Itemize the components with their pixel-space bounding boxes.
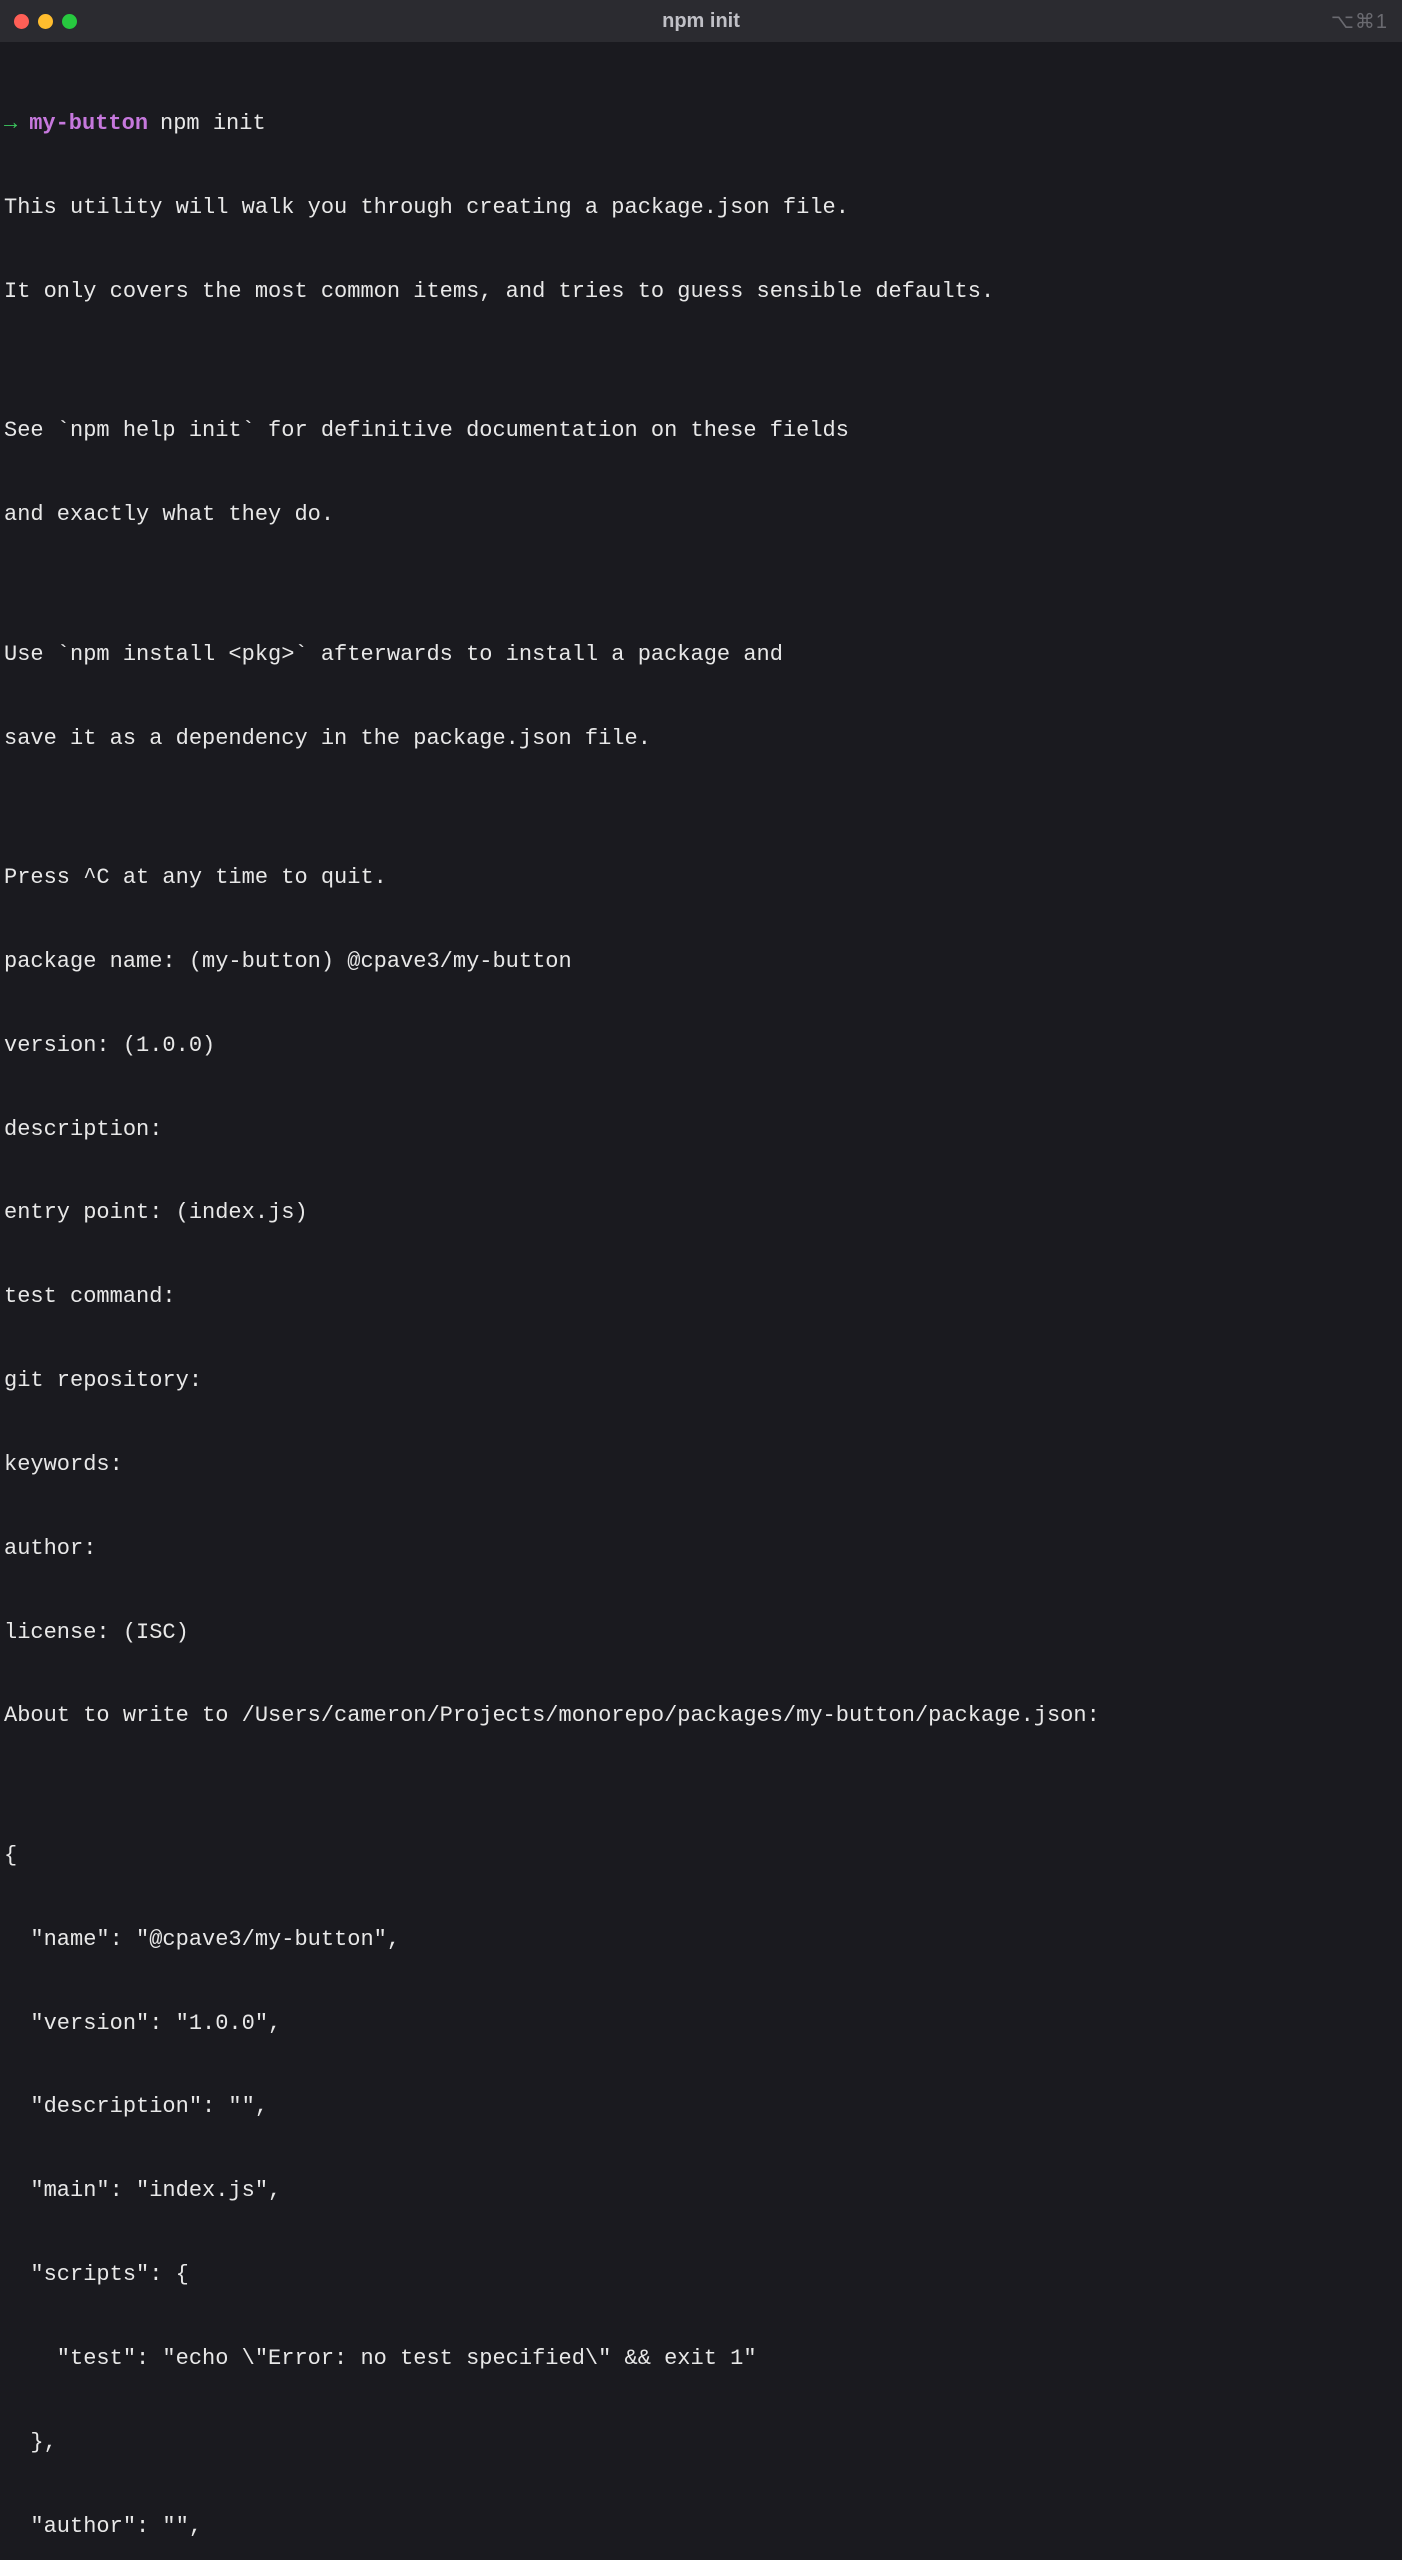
terminal-output: and exactly what they do.	[4, 501, 1398, 529]
terminal-output: "name": "@cpave3/my-button",	[4, 1926, 1398, 1954]
terminal-output: description:	[4, 1116, 1398, 1144]
window-title: npm init	[662, 10, 740, 33]
terminal-output: Use `npm install <pkg>` afterwards to in…	[4, 641, 1398, 669]
minimize-button[interactable]	[38, 14, 53, 29]
terminal-output: package name: (my-button) @cpave3/my-but…	[4, 948, 1398, 976]
terminal-output: license: (ISC)	[4, 1619, 1398, 1647]
terminal-output: keywords:	[4, 1451, 1398, 1479]
terminal-output: "description": "",	[4, 2093, 1398, 2121]
window-titlebar: npm init ⌥⌘1	[0, 0, 1402, 42]
shortcut-indicator: ⌥⌘1	[1331, 9, 1388, 34]
terminal-output: This utility will walk you through creat…	[4, 194, 1398, 222]
traffic-lights	[14, 14, 77, 29]
terminal-output: "author": "",	[4, 2513, 1398, 2541]
terminal-output: {	[4, 1842, 1398, 1870]
prompt-directory: my-button	[29, 110, 148, 138]
terminal-output: entry point: (index.js)	[4, 1199, 1398, 1227]
terminal-output: author:	[4, 1535, 1398, 1563]
terminal-output: See `npm help init` for definitive docum…	[4, 417, 1398, 445]
terminal-output: git repository:	[4, 1367, 1398, 1395]
terminal-output: "test": "echo \"Error: no test specified…	[4, 2345, 1398, 2373]
terminal-output: save it as a dependency in the package.j…	[4, 725, 1398, 753]
prompt-command: npm init	[160, 110, 266, 138]
terminal-output: About to write to /Users/cameron/Project…	[4, 1702, 1398, 1730]
terminal-output: version: (1.0.0)	[4, 1032, 1398, 1060]
terminal-output: It only covers the most common items, an…	[4, 278, 1398, 306]
terminal-output: },	[4, 2429, 1398, 2457]
terminal-body[interactable]: → my-button npm init This utility will wal…	[0, 42, 1402, 2560]
prompt-arrow-icon: →	[4, 110, 17, 138]
terminal-output: "version": "1.0.0",	[4, 2010, 1398, 2038]
terminal-output: "main": "index.js",	[4, 2177, 1398, 2205]
close-button[interactable]	[14, 14, 29, 29]
terminal-output: "scripts": {	[4, 2261, 1398, 2289]
terminal-output: Press ^C at any time to quit.	[4, 864, 1398, 892]
maximize-button[interactable]	[62, 14, 77, 29]
terminal-output: test command:	[4, 1283, 1398, 1311]
prompt-line: → my-button npm init	[4, 110, 1398, 138]
